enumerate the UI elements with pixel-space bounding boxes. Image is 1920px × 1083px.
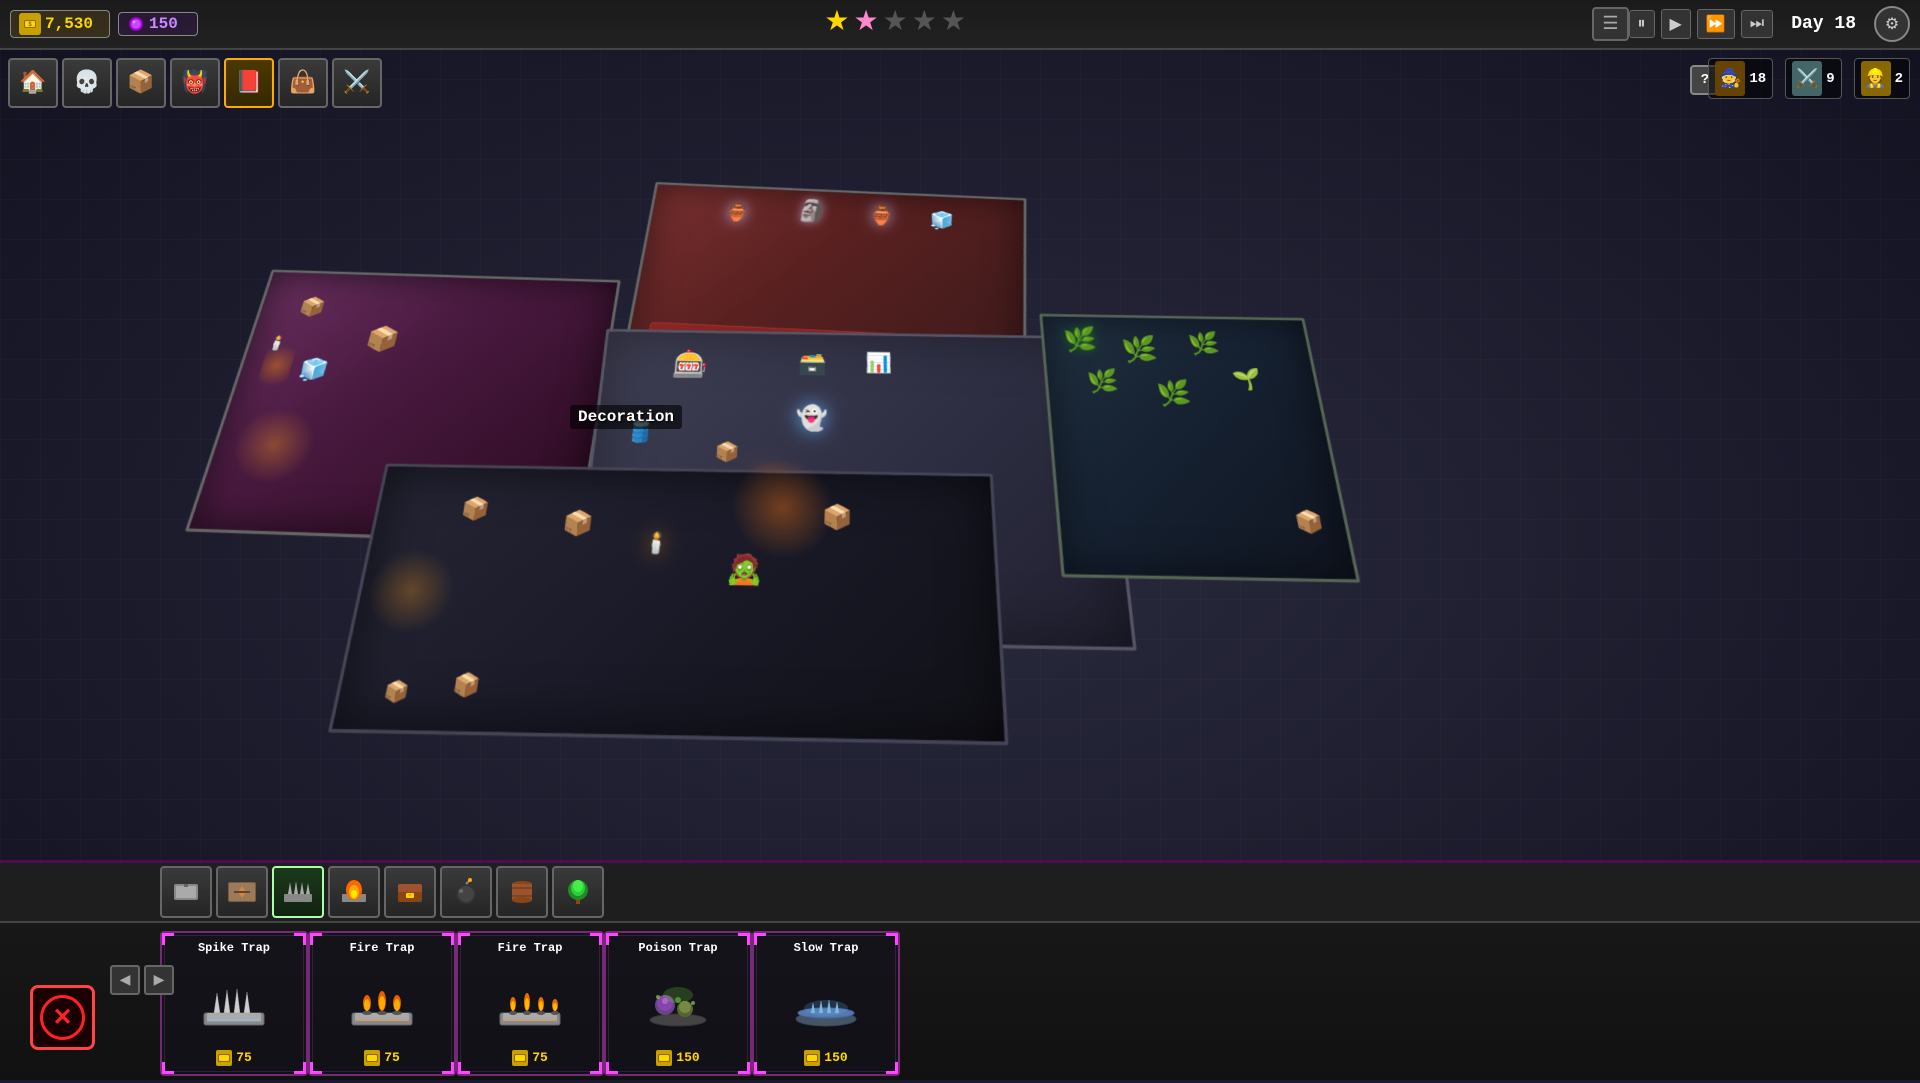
item-poison-trap[interactable]: Poison Trap (604, 931, 752, 1076)
fire-trap-1-cost-value: 75 (384, 1050, 400, 1065)
poison-trap-cost: 150 (656, 1050, 699, 1066)
dungeon-scene: 🏺 🗿 🏺 🧊 🪆 🎁 💎 📦 📦 📦 🧊 🕯️ 🎰 (0, 154, 1464, 827)
slow-cost-icon (804, 1050, 820, 1066)
poison-cost-icon (656, 1050, 672, 1066)
item-fire-trap-2[interactable]: Fire Trap (456, 931, 604, 1076)
cat-chest[interactable] (384, 866, 436, 918)
spike-trap-cost-value: 75 (236, 1050, 252, 1065)
wizard-count: 18 (1749, 71, 1766, 87)
gold-icon: $ (19, 13, 41, 35)
gem-icon (127, 15, 145, 33)
fire-trap-2-cost-value: 75 (532, 1050, 548, 1065)
settings-button[interactable]: ⚙ (1874, 6, 1910, 42)
star-rating: ★ ★ ★ ★ ★ (824, 10, 966, 38)
char-worker: 👷 2 (1854, 58, 1910, 99)
slow-trap-name: Slow Trap (794, 941, 859, 955)
skip-button[interactable]: ⏭ (1741, 10, 1773, 38)
worker-icon: 👷 (1861, 61, 1891, 96)
toolbar-book[interactable]: 📕 (224, 58, 274, 108)
menu-button[interactable]: ☰ (1592, 7, 1628, 41)
item-spike-trap[interactable]: Spike Trap (160, 931, 308, 1076)
poison-trap-sprite (638, 967, 718, 1037)
spike-trap-sprite (194, 967, 274, 1037)
gold-display: $ 7,530 (10, 10, 110, 38)
bottom-bar: Spike Trap (0, 860, 1920, 1080)
star-5: ★ (941, 10, 966, 38)
toolbar-skull[interactable]: 💀 (62, 58, 112, 108)
item-slow-trap[interactable]: Slow Trap (752, 931, 900, 1076)
top-icon-bar: 🏠 💀 📦 👹 📕 👜 ⚔️ (8, 55, 382, 110)
gem-display: 150 (118, 12, 198, 36)
spike-cost-icon (216, 1050, 232, 1066)
poison-trap-cost-value: 150 (676, 1050, 699, 1065)
slow-trap-cost: 150 (804, 1050, 847, 1066)
fire-trap-1-sprite (342, 967, 422, 1037)
wizard-icon: 🧙 (1715, 61, 1745, 96)
fire-trap-2-sprite (490, 967, 570, 1037)
fighter-icon: ⚔️ (1792, 61, 1822, 96)
cat-arrow[interactable] (216, 866, 268, 918)
top-hud: $ 7,530 150 ★ ★ ★ ★ ★ ☰ ⏸ ▶ ⏩ ⏭ (0, 0, 1920, 50)
pause-button[interactable]: ⏸ (1629, 10, 1655, 38)
toolbar-hero[interactable]: ⚔️ (332, 58, 382, 108)
fire-trap-2-cost: 75 (512, 1050, 548, 1066)
cat-basic[interactable] (160, 866, 212, 918)
worker-count: 2 (1895, 71, 1903, 87)
star-4: ★ (912, 10, 937, 38)
scroll-right-button[interactable]: ▶ (144, 965, 174, 995)
slow-trap-cost-value: 150 (824, 1050, 847, 1065)
decoration-label: Decoration (570, 405, 682, 429)
star-1: ★ (824, 10, 849, 38)
spike-trap-name: Spike Trap (198, 941, 270, 955)
play-button[interactable]: ▶ (1661, 9, 1691, 39)
category-bar (0, 863, 1920, 923)
room-garden: 🌿 🌿 🌿 🌿 🌿 🌱 📦 (1039, 314, 1360, 583)
items-grid: Spike Trap (0, 923, 1920, 1083)
fighter-count: 9 (1826, 71, 1834, 87)
cancel-button[interactable]: ✕ (30, 985, 95, 1050)
star-2: ★ (854, 10, 879, 38)
gem-amount: 150 (149, 15, 178, 33)
toolbar-dungeon[interactable]: 🏠 (8, 58, 58, 108)
room-corridor: 📦 📦 🕯️ 🧟 📦 📦 📦 (328, 464, 1009, 746)
toolbar-minion[interactable]: 👹 (170, 58, 220, 108)
fast-forward-button[interactable]: ⏩ (1697, 9, 1735, 39)
character-counts: 🧙 18 ⚔️ 9 👷 2 (1708, 58, 1910, 99)
cat-barrel[interactable] (496, 866, 548, 918)
char-fighter: ⚔️ 9 (1785, 58, 1841, 99)
cat-plant[interactable] (552, 866, 604, 918)
toolbar-bag[interactable]: 👜 (278, 58, 328, 108)
fire-trap-1-name: Fire Trap (350, 941, 415, 955)
gold-amount: 7,530 (45, 15, 93, 33)
toolbar-chest[interactable]: 📦 (116, 58, 166, 108)
scrollable-items: Spike Trap (160, 931, 900, 1076)
fire-2-cost-icon (512, 1050, 528, 1066)
fire-1-cost-icon (364, 1050, 380, 1066)
star-3: ★ (883, 10, 908, 38)
char-wizard: 🧙 18 (1708, 58, 1773, 99)
cat-bomb[interactable] (440, 866, 492, 918)
day-display: Day 18 (1791, 14, 1856, 34)
right-hud: ⏸ ▶ ⏩ ⏭ Day 18 ⚙ (1629, 6, 1910, 42)
spike-trap-cost: 75 (216, 1050, 252, 1066)
fire-trap-1-cost: 75 (364, 1050, 400, 1066)
item-fire-trap-1[interactable]: Fire Trap (308, 931, 456, 1076)
scroll-left-button[interactable]: ◀ (110, 965, 140, 995)
slow-trap-sprite (786, 967, 866, 1037)
cat-fire[interactable] (328, 866, 380, 918)
cat-spike[interactable] (272, 866, 324, 918)
fire-trap-2-name: Fire Trap (498, 941, 563, 955)
time-controls: ⏸ ▶ ⏩ ⏭ (1629, 9, 1774, 39)
svg-text:$: $ (28, 21, 32, 28)
cancel-x-icon: ✕ (40, 995, 85, 1040)
poison-trap-name: Poison Trap (638, 941, 717, 955)
